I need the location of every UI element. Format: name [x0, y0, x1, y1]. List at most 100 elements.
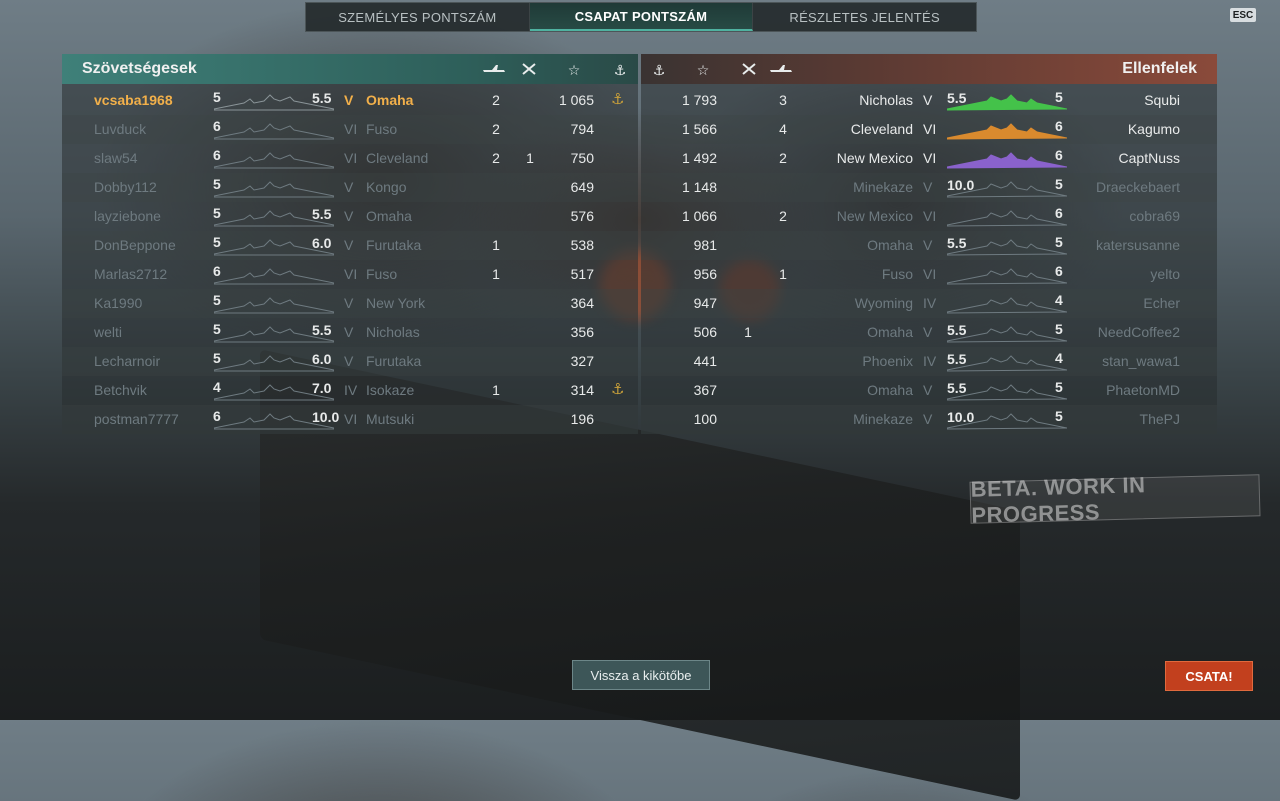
- player-name: Betchvik: [94, 382, 147, 398]
- player-name: Ka1990: [94, 295, 143, 311]
- enemy-row[interactable]: 100 Minekaze V 10.0 5 ThePJ: [641, 405, 1217, 434]
- ship-tier: V: [923, 92, 933, 108]
- battle-button[interactable]: CSATA!: [1165, 661, 1253, 691]
- ship-tier: VI: [344, 150, 358, 166]
- ship-speed-value: 5.5: [312, 322, 332, 338]
- kills-value: 3: [779, 92, 787, 108]
- score-value: 1 793: [681, 92, 717, 108]
- ship-level: 4: [1055, 350, 1063, 366]
- score-value: 538: [570, 237, 594, 253]
- player-name: Lecharnoir: [94, 353, 161, 369]
- ally-row[interactable]: Lecharnoir 5 6.0 V Furutaka 327: [62, 347, 638, 376]
- score-value: 314: [570, 382, 594, 398]
- enemies-header: ⚓ ☆ Ellenfelek: [641, 54, 1217, 84]
- ship-name: Nicholas: [366, 324, 420, 340]
- ship-silhouette-box: [213, 118, 335, 140]
- ship-name: Fuso: [881, 266, 913, 282]
- score-value: 576: [570, 208, 594, 224]
- ship-name: New Mexico: [836, 208, 913, 224]
- ship-name: Omaha: [867, 382, 913, 398]
- esc-key-hint[interactable]: ESC: [1230, 8, 1256, 22]
- ship-silhouette-box: [946, 263, 1068, 285]
- back-to-port-button[interactable]: Vissza a kikötőbe: [572, 660, 710, 690]
- ally-row[interactable]: Marlas2712 6 VI Fuso 1 517: [62, 260, 638, 289]
- kills-value: 2: [779, 208, 787, 224]
- fighter-icon: [517, 62, 541, 79]
- player-name: yelto: [1150, 266, 1180, 282]
- planes-value: 1: [526, 150, 534, 166]
- enemy-row[interactable]: 367 Omaha V 5.5 5 PhaetonMD: [641, 376, 1217, 405]
- ship-tier: V: [344, 324, 354, 340]
- score-value: 364: [570, 295, 594, 311]
- ship-level: 6: [1055, 205, 1063, 221]
- ship-tier: VI: [923, 266, 937, 282]
- tab-detailed-report[interactable]: RÉSZLETES JELENTÉS: [753, 3, 976, 31]
- ally-row[interactable]: Dobby112 5 V Kongo 649: [62, 173, 638, 202]
- ally-row[interactable]: layziebone 5 5.5 V Omaha 576: [62, 202, 638, 231]
- ally-row[interactable]: Luvduck 6 VI Fuso 2 794: [62, 115, 638, 144]
- ship-silhouette: [213, 181, 335, 198]
- ship-silhouette: [946, 210, 1068, 227]
- player-name: vcsaba1968: [94, 92, 173, 108]
- ship-tier: V: [923, 237, 933, 253]
- score-value: 1 066: [681, 208, 717, 224]
- player-name: katersusanne: [1095, 237, 1180, 253]
- enemy-row[interactable]: 506 1 Omaha V 5.5 5 NeedCoffee2: [641, 318, 1217, 347]
- enemy-row[interactable]: 1 566 4 Cleveland VI 6 Kagumo: [641, 115, 1217, 144]
- ship-silhouette-box: [946, 292, 1068, 314]
- score-value: 196: [570, 411, 594, 427]
- ship-speed-value: 10.0: [947, 409, 975, 425]
- plane-icon: [482, 62, 506, 79]
- ship-speed-value: 5.5: [312, 206, 332, 222]
- enemy-row[interactable]: 441 Phoenix IV 5.5 4 stan_wawa1: [641, 347, 1217, 376]
- player-name: Kagumo: [1127, 121, 1180, 137]
- player-name: DonBeppone: [94, 237, 176, 253]
- ally-row[interactable]: Betchvik 4 7.0 IV Isokaze 1 314 ⚓: [62, 376, 638, 405]
- ally-row[interactable]: Ka1990 5 V New York 364: [62, 289, 638, 318]
- anchor-icon: ⚓: [611, 91, 625, 108]
- enemy-row[interactable]: 956 1 Fuso VI 6 yelto: [641, 260, 1217, 289]
- ship-level: 6: [1055, 147, 1063, 163]
- score-value: 367: [693, 382, 717, 398]
- ship-name: Omaha: [867, 324, 913, 340]
- ship-silhouette-box: [213, 176, 335, 198]
- score-value: 356: [570, 324, 594, 340]
- player-name: Draeckebaert: [1095, 179, 1180, 195]
- planes-value: 1: [744, 324, 752, 340]
- enemy-row[interactable]: 947 Wyoming IV 4 Echer: [641, 289, 1217, 318]
- ship-silhouette-box: [946, 118, 1068, 140]
- player-name: slaw54: [94, 150, 138, 166]
- ally-row[interactable]: DonBeppone 5 6.0 V Furutaka 1 538: [62, 231, 638, 260]
- player-name: NeedCoffee2: [1097, 324, 1180, 340]
- player-name: stan_wawa1: [1102, 353, 1180, 369]
- ship-silhouette: [946, 297, 1068, 314]
- enemy-row[interactable]: 981 Omaha V 5.5 5 katersusanne: [641, 231, 1217, 260]
- enemy-row[interactable]: 1 066 2 New Mexico VI 6 cobra69: [641, 202, 1217, 231]
- tab-personal-score[interactable]: SZEMÉLYES PONTSZÁM: [306, 3, 530, 31]
- kills-value: 2: [492, 121, 500, 137]
- player-name: CaptNuss: [1118, 150, 1180, 166]
- score-value: 517: [570, 266, 594, 282]
- kills-value: 2: [779, 150, 787, 166]
- allies-title: Szövetségesek: [82, 60, 197, 77]
- ally-row[interactable]: slaw54 6 VI Cleveland 2 1 750: [62, 144, 638, 173]
- enemy-row[interactable]: 1 793 3 Nicholas V 5.5 5 Squbi: [641, 86, 1217, 115]
- ship-tier: IV: [923, 295, 937, 311]
- ship-level: 5: [1055, 379, 1063, 395]
- ship-silhouette: [946, 123, 1068, 140]
- anchor-icon: ⚓: [611, 381, 625, 398]
- enemy-row[interactable]: 1 492 2 New Mexico VI 6 CaptNuss: [641, 144, 1217, 173]
- ship-level: 4: [213, 379, 221, 395]
- ally-row[interactable]: postman7777 6 10.0 VI Mutsuki 196: [62, 405, 638, 434]
- ally-row[interactable]: vcsaba1968 5 5.5 V Omaha 2 1 065 ⚓: [62, 86, 638, 115]
- tab-team-score[interactable]: CSAPAT PONTSZÁM: [529, 3, 754, 31]
- enemy-row[interactable]: 1 148 Minekaze V 10.0 5 Draeckebaert: [641, 173, 1217, 202]
- ally-row[interactable]: welti 5 5.5 V Nicholas 356: [62, 318, 638, 347]
- ship-tier: V: [344, 237, 354, 253]
- ship-level: 6: [213, 408, 221, 424]
- score-value: 649: [570, 179, 594, 195]
- ship-name: Omaha: [867, 237, 913, 253]
- ship-name: Mutsuki: [366, 411, 415, 427]
- player-name: postman7777: [94, 411, 179, 427]
- ship-level: 5: [1055, 176, 1063, 192]
